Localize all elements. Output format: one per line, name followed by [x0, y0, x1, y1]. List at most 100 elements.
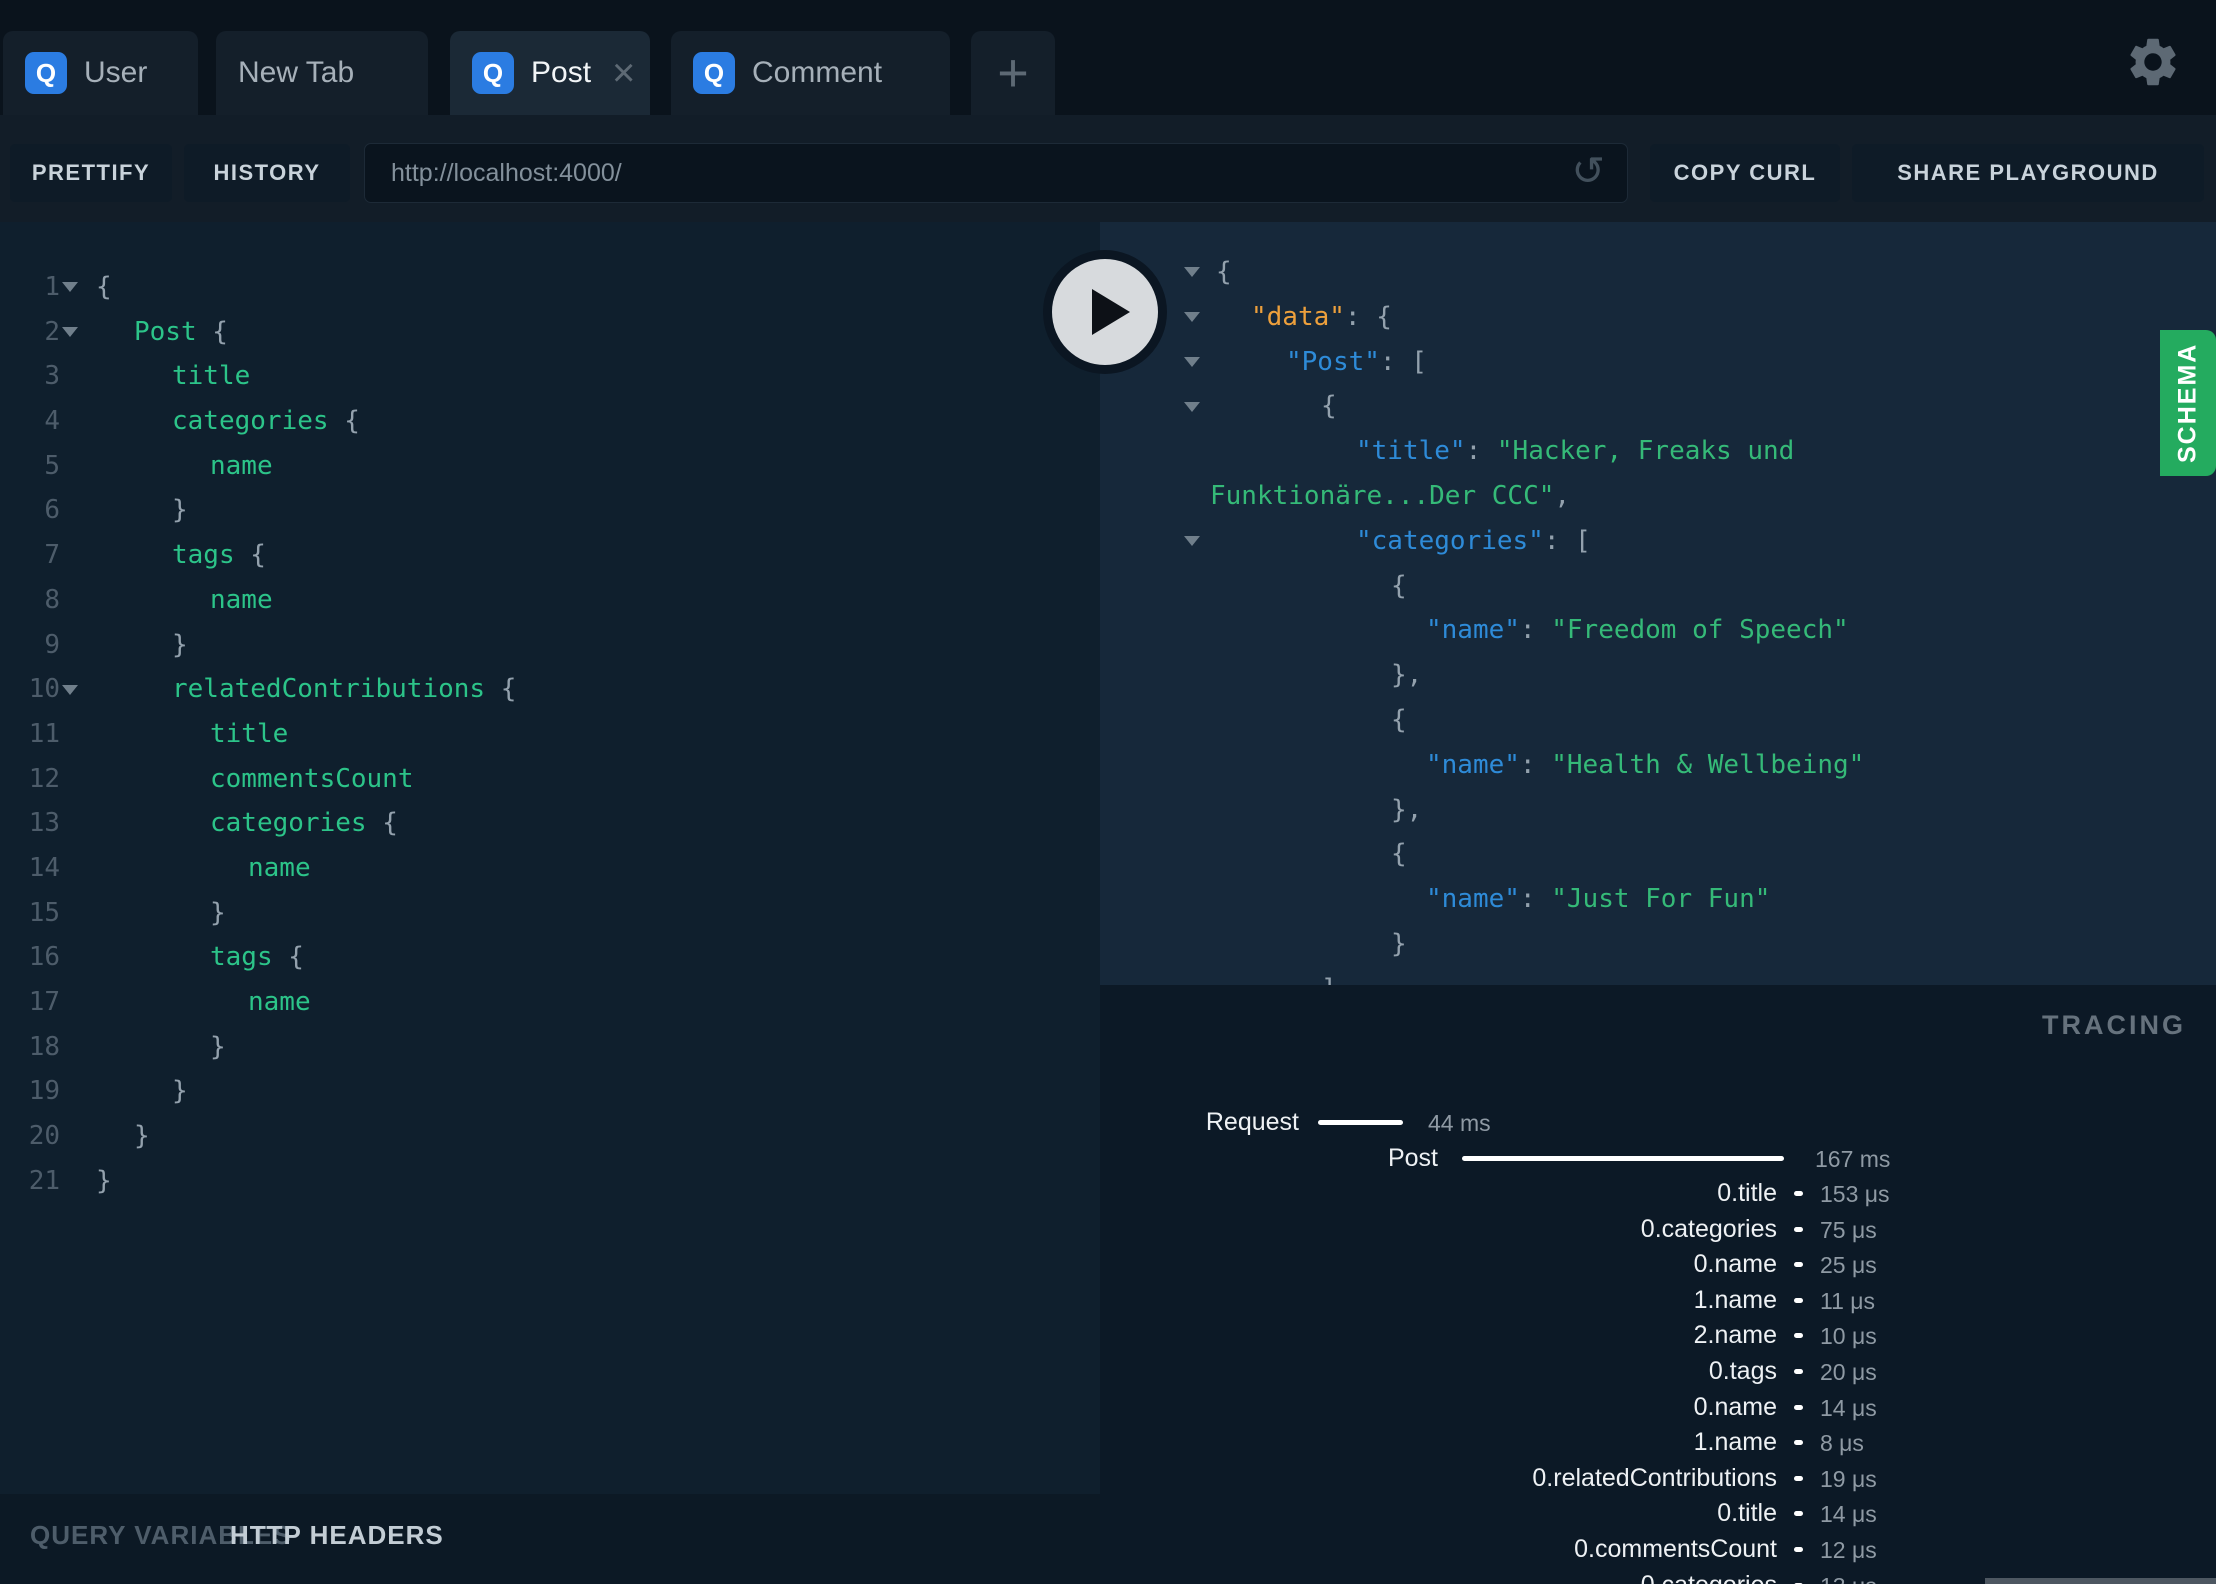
response-line: { — [1100, 564, 2216, 609]
tab-http-headers[interactable]: HTTP HEADERS — [230, 1520, 444, 1551]
fold-arrow-icon[interactable] — [1184, 267, 1200, 278]
trace-bar — [1794, 1333, 1803, 1339]
share-playground-button[interactable]: SHARE PLAYGROUND — [1852, 144, 2204, 202]
code-token: name — [248, 852, 311, 883]
code-token: { — [1376, 301, 1392, 332]
reload-icon[interactable]: ↺ — [1571, 151, 1605, 191]
tab-comment[interactable]: Q Comment — [671, 31, 950, 115]
code-token: { — [1391, 570, 1407, 601]
prettify-button[interactable]: PRETTIFY — [10, 144, 172, 202]
line-number: 4 — [44, 406, 60, 437]
tab-user[interactable]: Q User — [3, 31, 198, 115]
settings-gear-icon[interactable] — [2124, 33, 2182, 91]
code-token: "Just For Fun" — [1551, 884, 1771, 915]
fold-arrow-icon[interactable] — [1184, 356, 1200, 367]
tracing-panel: TRACING Request 44 ms Post 167 ms 0.title 153… — [1100, 985, 2216, 1584]
line-number: 16 — [28, 942, 60, 973]
tab-label: Post — [531, 56, 592, 89]
trace-bar — [1794, 1547, 1803, 1552]
trace-label: 0.tags — [1708, 1357, 1777, 1385]
line-number: 3 — [44, 361, 60, 392]
response-line: "name": "Just For Fun" — [1100, 877, 2216, 922]
query-line: 16 tags { — [0, 935, 1100, 980]
new-tab-button[interactable]: + — [971, 31, 1055, 115]
tab-post[interactable]: Q Post × — [450, 31, 650, 115]
trace-label: 1.name — [1693, 1428, 1777, 1457]
fold-arrow-icon[interactable] — [62, 327, 78, 338]
response-line: }, — [1100, 788, 2216, 833]
copy-curl-button[interactable]: COPY CURL — [1650, 144, 1840, 202]
tab-label: User — [84, 56, 148, 89]
close-icon[interactable]: × — [612, 53, 635, 93]
endpoint-url-value: http://localhost:4000/ — [391, 159, 622, 187]
query-line: 4 categories { — [0, 399, 1100, 444]
response-line: { — [1100, 832, 2216, 877]
line-number: 21 — [28, 1165, 60, 1196]
trace-time: 8 μs — [1820, 1430, 1864, 1457]
code-token: Post — [134, 316, 213, 347]
code-token: : — [1465, 436, 1497, 467]
code-token: "Hacker, Freaks und — [1496, 436, 1795, 467]
response-line: "name": "Health & Wellbeing" — [1100, 743, 2216, 788]
horizontal-scrollbar[interactable] — [1985, 1578, 2216, 1584]
execute-play-button[interactable] — [1043, 250, 1167, 374]
trace-label: 0.name — [1693, 1392, 1777, 1421]
trace-time: 13 μs — [1820, 1571, 1877, 1584]
code-token: { — [344, 406, 360, 437]
code-token: "name" — [1426, 749, 1520, 780]
history-button[interactable]: HISTORY — [184, 144, 350, 202]
line-number: 15 — [28, 897, 60, 928]
code-token: }, — [1391, 794, 1423, 825]
trace-time: 12 μs — [1820, 1537, 1877, 1563]
plus-icon: + — [997, 43, 1029, 103]
trace-time: 25 μs — [1820, 1252, 1877, 1279]
line-number: 8 — [44, 584, 60, 615]
trace-time: 10 μs — [1820, 1323, 1877, 1350]
fold-arrow-icon[interactable] — [1184, 312, 1200, 323]
code-token: } — [134, 1121, 150, 1152]
tab-new-tab[interactable]: New Tab — [216, 31, 428, 115]
tracing-title: TRACING — [2042, 1010, 2186, 1040]
code-token: "title" — [1356, 436, 1466, 467]
line-number: 14 — [28, 852, 60, 883]
line-number: 12 — [28, 763, 60, 794]
response-line: }, — [1100, 653, 2216, 698]
code-token: } — [1391, 928, 1407, 959]
response-viewer: {"data": {"Post": [{"title": "Hacker, Fr… — [1100, 222, 2216, 985]
query-line: 14 name — [0, 846, 1100, 891]
trace-time: 19 μs — [1820, 1465, 1877, 1492]
line-number: 5 — [44, 450, 60, 481]
fold-arrow-icon[interactable] — [1184, 536, 1200, 547]
query-line: 10 relatedContributions { — [0, 667, 1100, 712]
code-token: tags — [172, 540, 251, 571]
schema-tab[interactable]: SCHEMA — [2160, 330, 2216, 476]
trace-bar — [1794, 1440, 1803, 1446]
code-token: "name" — [1426, 615, 1520, 646]
line-number: 6 — [44, 495, 60, 526]
endpoint-url-input[interactable]: http://localhost:4000/ ↺ — [364, 143, 1628, 203]
fold-arrow-icon[interactable] — [62, 282, 78, 293]
code-token: { — [500, 674, 517, 705]
fold-arrow-icon[interactable] — [62, 684, 78, 695]
response-line: { — [1100, 384, 2216, 429]
line-number: 2 — [44, 316, 60, 347]
code-token: [ — [1575, 525, 1591, 556]
trace-bar — [1794, 1297, 1803, 1303]
trace-label: 0.title — [1717, 1499, 1777, 1528]
code-token: ] — [1321, 974, 1337, 985]
query-line: 17 name — [0, 980, 1100, 1025]
trace-time: 44 ms — [1428, 1110, 1491, 1136]
code-token: categories — [172, 406, 345, 437]
response-line: "categories": [ — [1100, 519, 2216, 564]
query-line: 3 title — [0, 354, 1100, 399]
tab-bar: + Q User New Tab Q Post × Q Comment — [0, 0, 2216, 115]
trace-label: Request — [1205, 1108, 1299, 1136]
code-token: , — [1554, 480, 1571, 511]
trace-row: 0.relatedContributions 19 μs — [1100, 1463, 2216, 1493]
code-token: { — [288, 942, 304, 973]
line-number: 9 — [44, 629, 60, 660]
query-editor[interactable]: 1{2 Post {3 title 4 categories {5 name 6} 7 tags… — [0, 222, 1100, 1494]
code-token: tags — [210, 942, 289, 973]
response-line: "data": { — [1100, 295, 2216, 340]
fold-arrow-icon[interactable] — [1184, 401, 1200, 412]
